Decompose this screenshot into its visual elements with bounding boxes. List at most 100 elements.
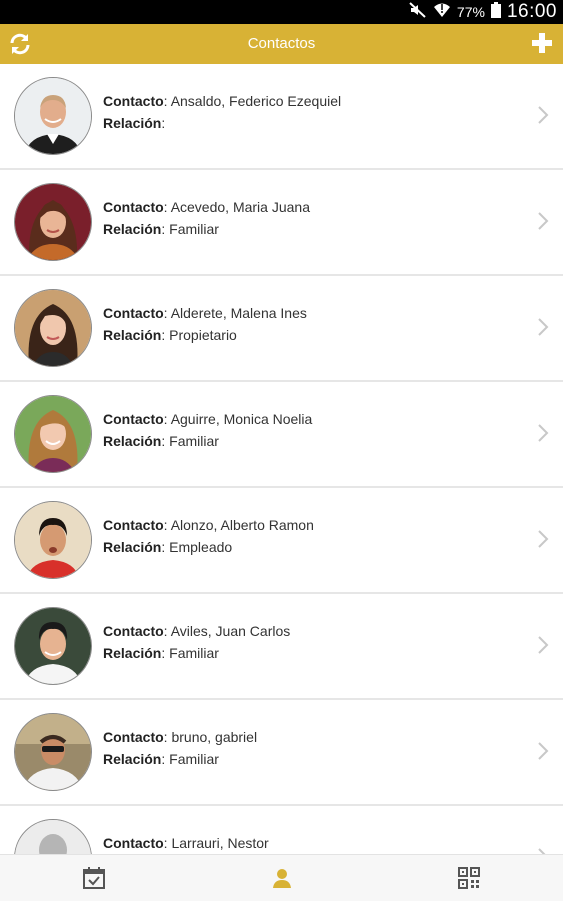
contact-name-line: Contacto: Alderete, Malena Ines [103,303,307,325]
relation-line: Relación: Familiar [103,643,290,665]
contact-row[interactable]: Contacto: Alonzo, Alberto Ramon Relación… [0,488,563,594]
page-title: Contactos [247,35,316,52]
relation-line: Relación: Empleado [103,537,314,559]
relation-value: Familiar [169,433,219,449]
separator: : [161,327,170,343]
relation-line: Relación: [103,113,341,135]
contact-details: Contacto: bruno, gabriel Relación: Famil… [103,727,257,771]
person-icon [273,869,291,888]
qr-code-icon [458,867,480,889]
calendar-check-icon [83,867,105,889]
contact-row[interactable]: Contacto: Ansaldo, Federico Ezequiel Rel… [0,64,563,170]
separator: : [161,115,166,131]
bottom-nav [0,854,563,901]
avatar [14,183,92,261]
contact-name: Aguirre, Monica Noelia [170,411,313,427]
avatar [14,289,92,367]
chevron-right-icon [538,530,549,548]
relation-value: Familiar [169,751,219,767]
avatar [14,395,92,473]
relation-value: Familiar [169,221,219,237]
chevron-right-icon [538,848,546,854]
battery-percent: 77% [456,4,485,20]
avatar [14,607,92,685]
contact-name-line: Contacto: Ansaldo, Federico Ezequiel [103,91,341,113]
avatar [14,713,92,791]
chevron-right-icon [538,424,549,442]
chevron-right-icon [538,318,549,336]
nav-calendar[interactable] [82,866,106,890]
plus-icon [532,33,552,53]
contact-row[interactable]: Contacto: Alderete, Malena Ines Relación… [0,276,563,382]
chevron-right-icon [538,106,549,124]
contact-details: Contacto: Aguirre, Monica Noelia Relació… [103,409,312,453]
separator: : [163,623,171,639]
contact-label: Contacto [103,93,164,109]
status-bar: 77% 16:00 [0,0,563,24]
separator: : [161,751,170,767]
separator: : [163,517,171,533]
contact-name: Alonzo, Alberto Ramon [170,517,314,533]
contact-label: Contacto [103,199,164,215]
relation-label: Relación [103,645,162,661]
contact-name-line: Contacto: Larrauri, Nestor [103,833,269,854]
contact-name: Alderete, Malena Ines [170,305,307,321]
contact-name-line: Contacto: bruno, gabriel [103,727,257,749]
relation-label: Relación [103,221,162,237]
relation-label: Relación [103,115,162,131]
separator: : [163,199,171,215]
relation-label: Relación [103,327,162,343]
chevron-right-icon [538,742,549,760]
nav-contacts[interactable] [270,866,294,890]
contact-details: Contacto: Alderete, Malena Ines Relación… [103,303,307,347]
contact-label: Contacto [103,623,164,639]
contact-label: Contacto [103,411,164,427]
relation-value: Propietario [169,327,237,343]
battery-icon [490,1,501,23]
relation-value: Empleado [169,539,233,555]
contact-name: Acevedo, Maria Juana [170,199,310,215]
avatar [14,819,92,854]
contact-label: Contacto [103,729,164,745]
contact-details: Contacto: Larrauri, Nestor [103,833,269,854]
contact-list[interactable]: Contacto: Ansaldo, Federico Ezequiel Rel… [0,64,563,854]
wifi-signal-icon [433,1,451,24]
contact-details: Contacto: Aviles, Juan Carlos Relación: … [103,621,290,665]
relation-label: Relación [103,751,162,767]
contact-row[interactable]: Contacto: bruno, gabriel Relación: Famil… [0,700,563,806]
contact-name-line: Contacto: Alonzo, Alberto Ramon [103,515,314,537]
contact-row[interactable]: Contacto: Aguirre, Monica Noelia Relació… [0,382,563,488]
separator: : [163,411,171,427]
clock: 16:00 [506,1,557,22]
relation-line: Relación: Familiar [103,219,310,241]
app-bar: Contactos [0,24,563,64]
relation-label: Relación [103,539,162,555]
separator: : [163,93,171,109]
contact-row[interactable]: Contacto: Acevedo, Maria Juana Relación:… [0,170,563,276]
mute-icon [409,1,427,23]
nav-qr[interactable] [457,866,481,890]
contact-row[interactable]: Contacto: Aviles, Juan Carlos Relación: … [0,594,563,700]
contact-name-line: Contacto: Aguirre, Monica Noelia [103,409,312,431]
separator: : [163,305,171,321]
contact-name-line: Contacto: Acevedo, Maria Juana [103,197,310,219]
separator: : [161,433,170,449]
relation-line: Relación: Familiar [103,431,312,453]
contact-label: Contacto [103,835,164,851]
contact-label: Contacto [103,517,164,533]
separator: : [161,645,170,661]
relation-line: Relación: Familiar [103,749,257,771]
relation-line: Relación: Propietario [103,325,307,347]
avatar [14,77,92,155]
relation-value: Familiar [169,645,219,661]
chevron-right-icon [538,212,549,230]
contact-name: Larrauri, Nestor [171,835,269,851]
add-contact-button[interactable] [529,30,555,56]
avatar [14,501,92,579]
contact-row[interactable]: Contacto: Larrauri, Nestor [0,806,563,854]
contact-name: Aviles, Juan Carlos [170,623,291,639]
contact-name: Ansaldo, Federico Ezequiel [170,93,342,109]
status-icons: 77% 16:00 [409,0,557,24]
separator: : [161,221,170,237]
contact-details: Contacto: Ansaldo, Federico Ezequiel Rel… [103,91,341,135]
